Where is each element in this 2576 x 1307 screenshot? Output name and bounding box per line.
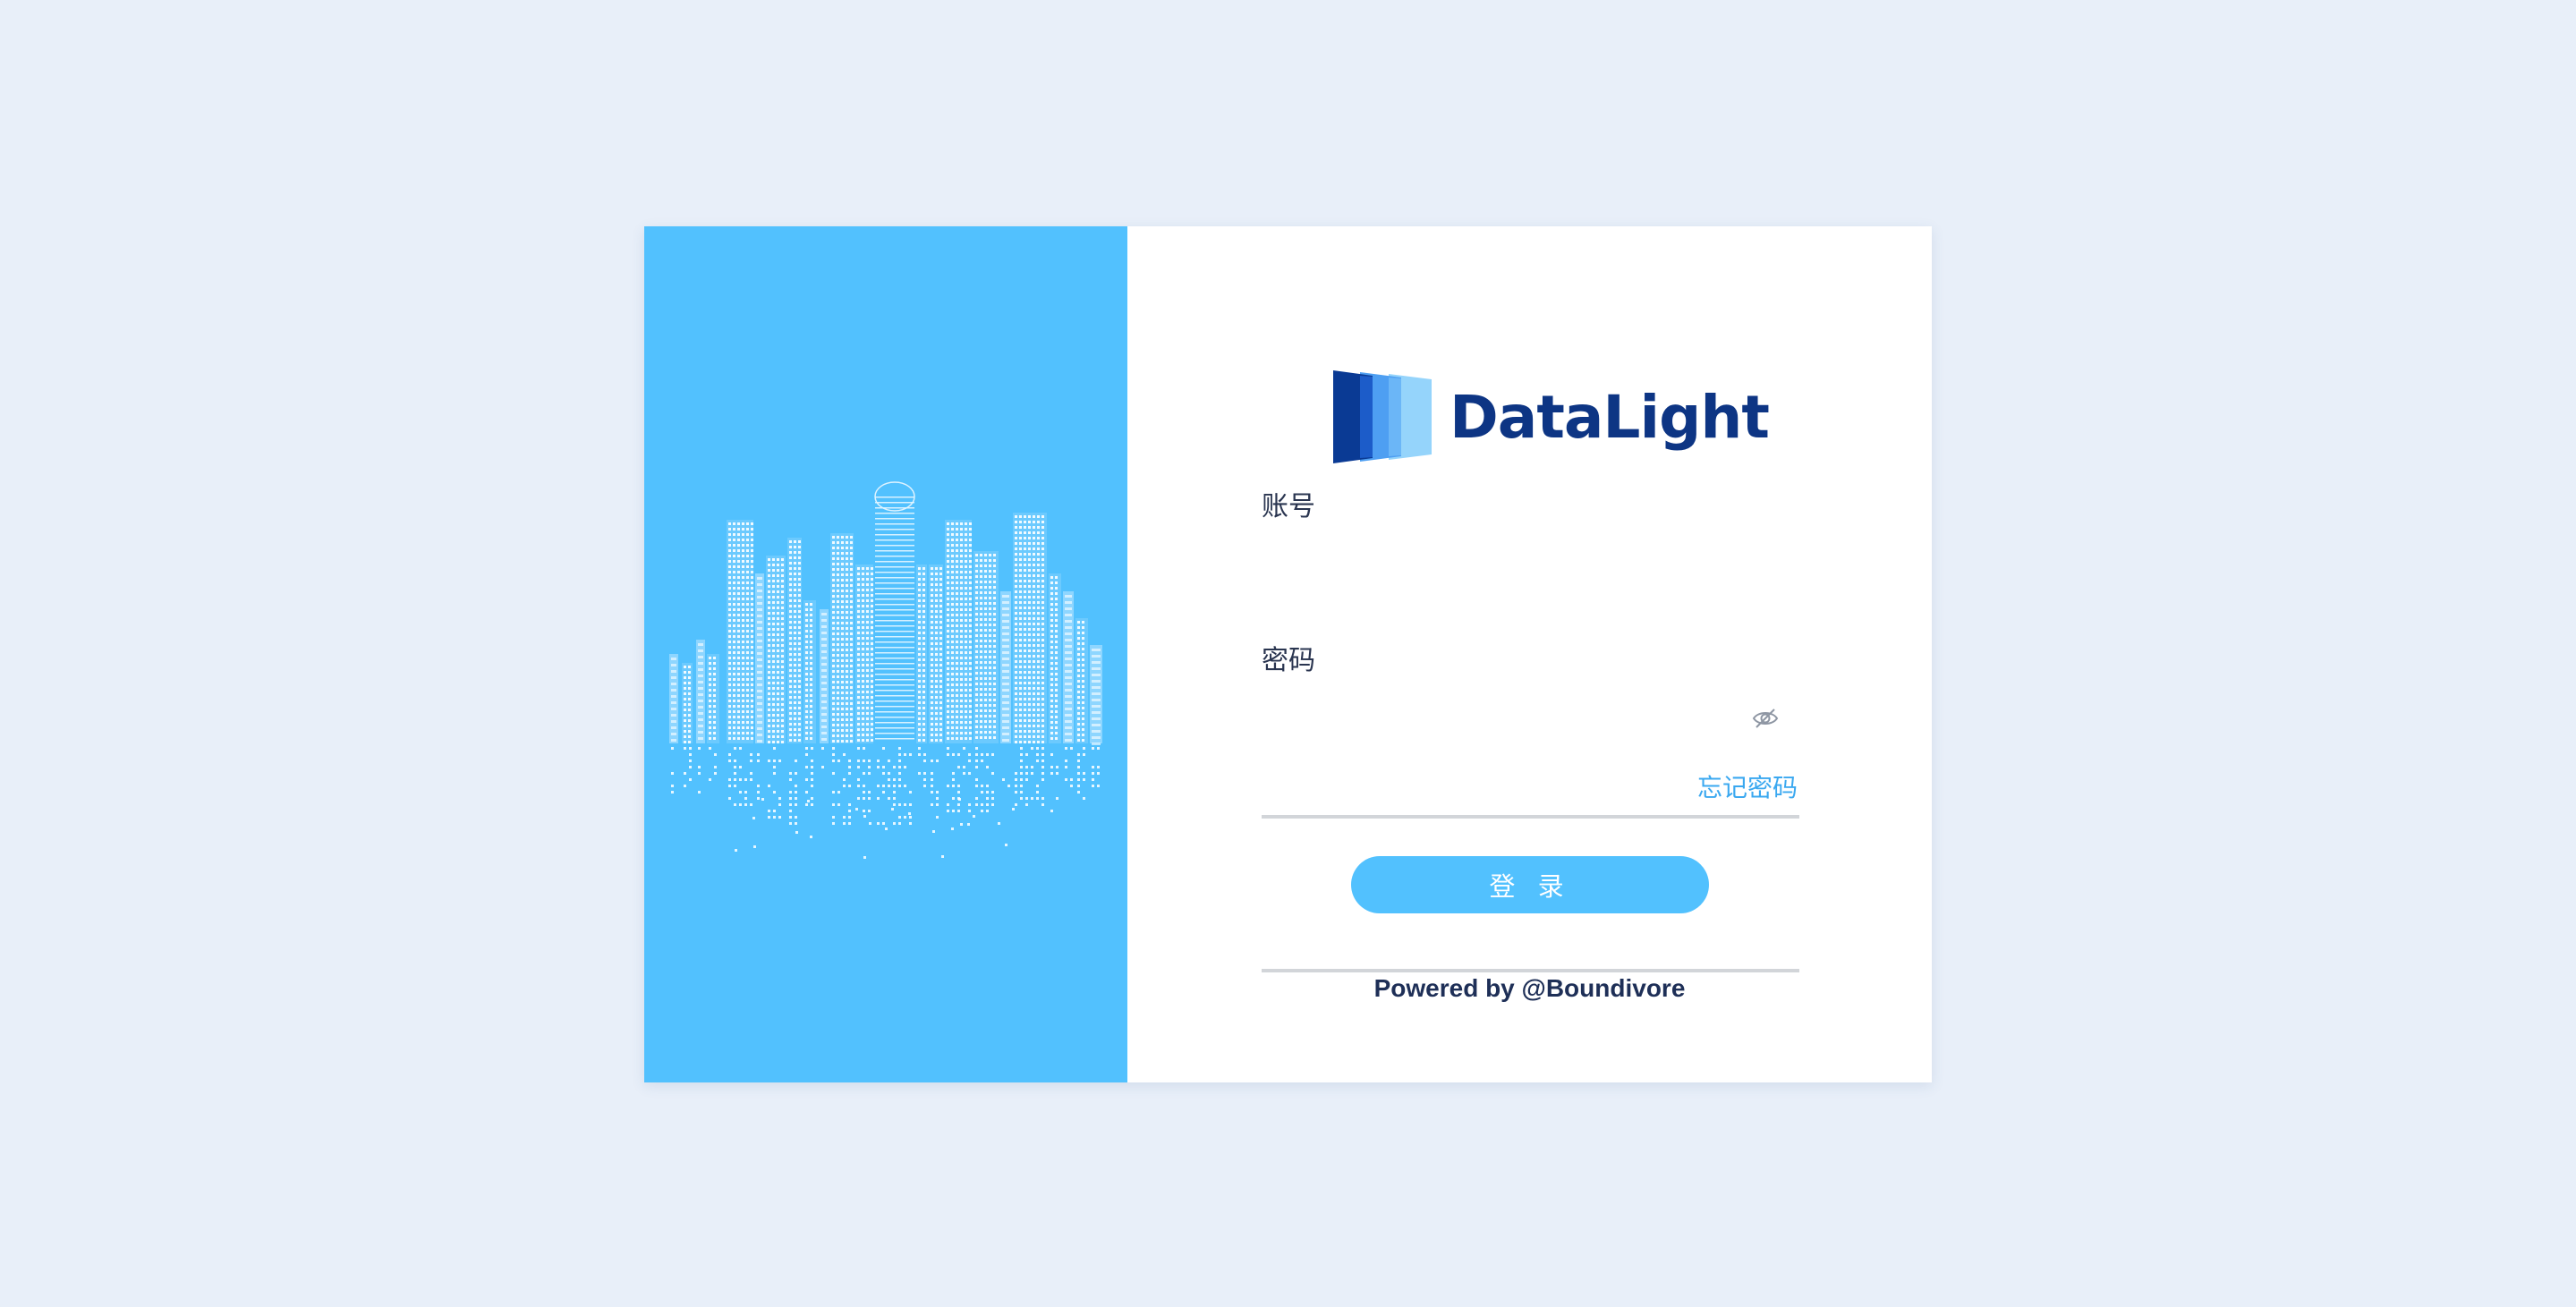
- password-label: 密码: [1262, 645, 1315, 676]
- powered-by-text: Powered by @Boundivore: [1373, 974, 1686, 1002]
- illustration-panel: [644, 226, 1127, 1082]
- brand-name: DataLight: [1450, 382, 1770, 452]
- password-input[interactable]: [1262, 922, 1799, 972]
- brand-logo: DataLight: [1333, 368, 1770, 466]
- account-label: 账号: [1262, 491, 1315, 522]
- login-card: DataLight 账号 密码 忘记密码 登 录 Powered by @Bou…: [644, 226, 1932, 1082]
- eye-slash-icon[interactable]: [1752, 707, 1779, 730]
- login-button[interactable]: 登 录: [1351, 856, 1709, 913]
- login-form-panel: DataLight 账号 密码 忘记密码 登 录 Powered by @Bou…: [1127, 226, 1932, 1082]
- layered-panels-logo: [1333, 370, 1432, 463]
- city-skyline-illustration: [669, 481, 1102, 859]
- forgot-password-link[interactable]: 忘记密码: [1697, 768, 1798, 804]
